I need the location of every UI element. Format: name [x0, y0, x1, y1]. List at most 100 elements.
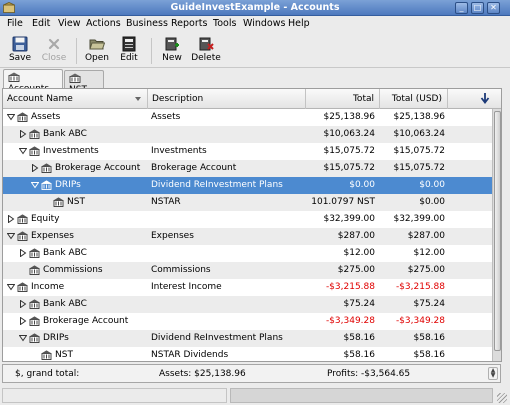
column-selector-button[interactable]	[448, 89, 501, 109]
resize-grip-icon[interactable]	[497, 393, 507, 403]
menu-help[interactable]: Help	[288, 18, 310, 29]
account-icon	[41, 180, 52, 190]
account-description: Assets	[151, 112, 181, 122]
account-name: Bank ABC	[43, 129, 87, 139]
summary-spin-button[interactable]: ▲ ▼	[488, 367, 498, 380]
account-icon	[29, 299, 40, 309]
progress-bar	[230, 388, 493, 403]
account-row[interactable]: Equity $32,399.00 $32,399.00	[3, 211, 492, 228]
minimize-button[interactable]: _	[455, 2, 468, 14]
account-icon	[29, 333, 40, 343]
close-x-icon	[48, 38, 60, 50]
menu-tools[interactable]: Tools	[213, 18, 236, 29]
account-total-usd: $12.00	[413, 248, 446, 258]
expander-expanded-icon[interactable]	[31, 181, 39, 189]
account-icon	[29, 265, 40, 275]
new-account-icon	[165, 37, 179, 51]
close-label: Close	[41, 53, 67, 63]
account-total: 101.0797 NST	[311, 197, 375, 207]
menu-reports[interactable]: Reports	[171, 18, 207, 29]
toolbar-separator	[151, 38, 152, 64]
account-description: Interest Income	[151, 282, 222, 292]
delete-account-button[interactable]: Delete	[190, 35, 222, 67]
expander-expanded-icon[interactable]	[7, 113, 15, 121]
account-name: Income	[31, 282, 65, 292]
new-account-button[interactable]: New	[158, 35, 186, 67]
tab-accounts[interactable]: Accounts	[3, 69, 63, 94]
menu-file[interactable]: File	[7, 18, 23, 29]
account-icon	[17, 112, 28, 122]
account-total-usd: -$3,349.28	[395, 316, 445, 326]
column-account-name[interactable]: Account Name	[3, 89, 148, 109]
account-row[interactable]: Investments Investments $15,075.72 $15,075.…	[3, 143, 492, 160]
account-icon	[29, 129, 40, 139]
account-row[interactable]: Commissions Commissions $275.00 $275.00	[3, 262, 492, 279]
account-row[interactable]: NST NSTAR 101.0797 NST $0.00	[3, 194, 492, 211]
scrollbar-thumb[interactable]	[494, 111, 501, 351]
expander-expanded-icon[interactable]	[19, 334, 27, 342]
account-tree: Account Name Description Total Total (US…	[2, 88, 502, 362]
account-row[interactable]: Assets Assets $25,138.96 $25,138.96	[3, 109, 492, 126]
column-description[interactable]: Description	[148, 89, 306, 109]
nst-tab-icon	[69, 73, 81, 83]
save-button[interactable]: Save	[4, 35, 36, 67]
account-row[interactable]: Brokerage Account Brokerage Account $15,07…	[3, 160, 492, 177]
expander-collapsed-icon[interactable]	[31, 164, 39, 172]
expander-collapsed-icon[interactable]	[19, 249, 27, 257]
expander-expanded-icon[interactable]	[7, 232, 15, 240]
account-name: Bank ABC	[43, 299, 87, 309]
expander-collapsed-icon[interactable]	[19, 317, 27, 325]
account-row[interactable]: Bank ABC $75.24 $75.24	[3, 296, 492, 313]
account-description: Investments	[151, 146, 207, 156]
account-row[interactable]: DRIPs Dividend ReInvestment Plans $58.16 $5…	[3, 330, 492, 347]
open-label: Open	[84, 53, 110, 63]
menu-edit[interactable]: Edit	[32, 18, 50, 29]
expander-expanded-icon[interactable]	[19, 147, 27, 155]
expander-collapsed-icon[interactable]	[19, 130, 27, 138]
account-name: NST	[67, 197, 85, 207]
maximize-icon: □	[473, 3, 482, 12]
account-description: Expenses	[151, 231, 194, 241]
maximize-button[interactable]: □	[471, 2, 484, 14]
account-icon	[29, 146, 40, 156]
account-total: -$3,215.88	[325, 282, 375, 292]
vertical-scrollbar[interactable]	[492, 109, 501, 361]
account-total: $15,075.72	[323, 163, 375, 173]
menu-actions[interactable]: Actions	[86, 18, 121, 29]
account-total: -$3,349.28	[325, 316, 375, 326]
menu-view[interactable]: View	[58, 18, 81, 29]
toolbar-separator	[76, 38, 77, 64]
column-total-usd[interactable]: Total (USD)	[380, 89, 448, 109]
save-label: Save	[8, 53, 32, 63]
account-row[interactable]: Bank ABC $10,063.24 $10,063.24	[3, 126, 492, 143]
edit-button[interactable]: Edit	[114, 35, 144, 67]
tab-bar: Accounts NST	[0, 68, 510, 95]
account-name: Expenses	[31, 231, 74, 241]
window-title: GuideInvestExample - Accounts	[170, 2, 340, 13]
close-button[interactable]: Close	[38, 35, 70, 67]
tab-nst[interactable]: NST	[64, 70, 104, 95]
account-total-usd: $0.00	[419, 180, 445, 190]
menu-windows[interactable]: Windows	[243, 18, 285, 29]
edit-register-icon	[122, 36, 136, 52]
expander-collapsed-icon[interactable]	[7, 215, 15, 223]
account-row[interactable]: Income Interest Income -$3,215.88 -$3,215.8…	[3, 279, 492, 296]
account-row[interactable]: Expenses Expenses $287.00 $287.00	[3, 228, 492, 245]
open-button[interactable]: Open	[82, 35, 112, 67]
status-bar	[0, 386, 510, 405]
account-total: $58.16	[343, 333, 376, 343]
close-window-button[interactable]: ✕	[487, 2, 500, 14]
expander-expanded-icon[interactable]	[7, 283, 15, 291]
menu-business[interactable]: Business	[126, 18, 168, 29]
account-name: NST	[55, 350, 73, 360]
account-row[interactable]: DRIPs Dividend ReInvestment Plans $0.00 $0.…	[3, 177, 492, 194]
account-row[interactable]: Brokerage Account -$3,349.28 -$3,349.28	[3, 313, 492, 330]
account-row[interactable]: NST NSTAR Dividends $58.16 $58.16	[3, 347, 492, 361]
account-icon	[17, 214, 28, 224]
summary-label: $, grand total:	[15, 369, 80, 379]
expander-collapsed-icon[interactable]	[19, 300, 27, 308]
account-total-usd: $32,399.00	[393, 214, 445, 224]
column-total[interactable]: Total	[306, 89, 380, 109]
menu-bar: File Edit View Actions Business Reports …	[0, 16, 510, 34]
account-row[interactable]: Bank ABC $12.00 $12.00	[3, 245, 492, 262]
